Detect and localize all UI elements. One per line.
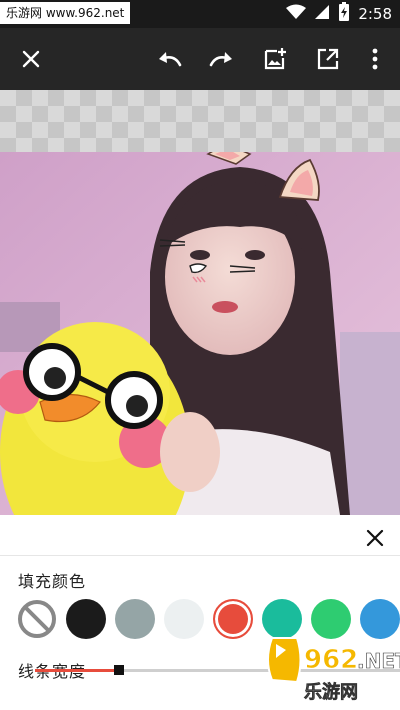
export-icon: [317, 48, 339, 70]
export-button[interactable]: [311, 42, 345, 76]
undo-icon: [159, 52, 182, 67]
add-image-button[interactable]: [258, 42, 292, 76]
redo-icon: [209, 52, 232, 67]
editing-canvas[interactable]: [0, 90, 400, 515]
site-logo: 962 .NET 乐游网: [262, 630, 400, 710]
cellular-signal-icon: [314, 4, 330, 24]
close-icon: [366, 529, 384, 547]
swatch-none[interactable]: [17, 599, 57, 639]
more-vert-icon: [372, 48, 378, 70]
edited-photo[interactable]: [0, 152, 400, 515]
status-icons: 2:58: [286, 0, 392, 28]
svg-text:962: 962: [304, 645, 358, 675]
no-color-icon: [18, 600, 56, 638]
editor-toolbar: [0, 28, 400, 90]
battery-charging-icon: [338, 2, 350, 26]
close-button[interactable]: [14, 42, 48, 76]
add-image-icon: [264, 48, 286, 70]
more-options-button[interactable]: [358, 42, 392, 76]
svg-text:乐游网: 乐游网: [304, 681, 358, 703]
swatch-gray[interactable]: [115, 599, 155, 639]
fill-color-label: 填充颜色: [18, 572, 87, 591]
panel-close-button[interactable]: [360, 523, 390, 553]
undo-button[interactable]: [152, 42, 186, 76]
wifi-icon: [286, 4, 307, 24]
close-icon: [22, 50, 40, 68]
site-watermark: 乐游网 www.962.net: [0, 2, 131, 24]
slider-thumb[interactable]: [114, 665, 124, 675]
status-time: 2:58: [358, 5, 392, 23]
redo-button[interactable]: [205, 42, 239, 76]
slider-fill: [35, 669, 119, 672]
swatch-black[interactable]: [66, 599, 106, 639]
swatch-light-gray[interactable]: [164, 599, 204, 639]
svg-text:.NET: .NET: [357, 649, 400, 673]
panel-divider: [0, 555, 400, 556]
swatch-red-selected[interactable]: [213, 599, 253, 639]
status-bar: 乐游网 www.962.net 2:58: [0, 0, 400, 28]
